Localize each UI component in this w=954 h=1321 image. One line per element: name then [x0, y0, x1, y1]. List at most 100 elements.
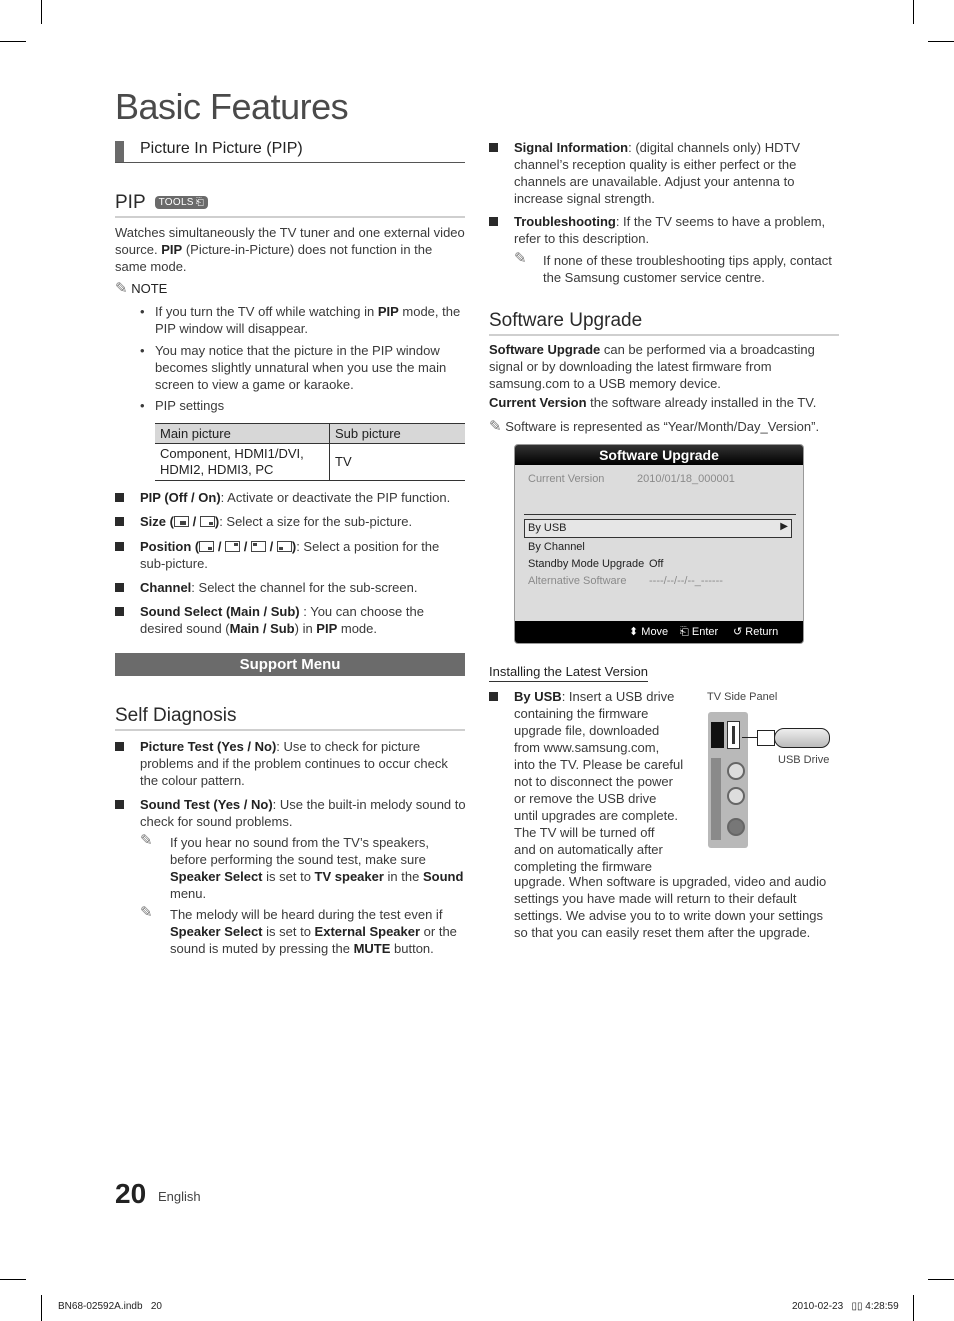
tools-badge: TOOLS ⎗ — [154, 196, 209, 209]
text: If you hear no sound from the TV’s speak… — [170, 835, 429, 867]
usb-drive-plug — [757, 730, 775, 746]
crop-mark — [0, 41, 26, 42]
item-troubleshooting: Troubleshooting: If the TV seems to have… — [489, 213, 829, 247]
pip-heading: PIP TOOLS ⎗ — [115, 192, 465, 218]
video-jack-icon — [727, 762, 745, 780]
text: : Select the channel for the sub-screen. — [191, 580, 418, 595]
text: The melody will be heard during the test… — [170, 907, 443, 922]
osd-menu-item-by-channel[interactable]: By Channel — [528, 541, 585, 553]
position-top-right-icon — [225, 541, 241, 552]
crop-mark — [0, 1279, 26, 1280]
file-info: BN68-02592A.indb 20 — [58, 1301, 162, 1312]
crop-mark — [41, 1295, 42, 1321]
bullet-square-icon — [115, 542, 124, 551]
bullet-square-icon — [115, 583, 124, 592]
bold-text: Sound Select (Main / Sub) — [140, 604, 300, 619]
by-usb-text-line: and on automatically after — [514, 842, 663, 857]
note-item: • If you turn the TV off while watching … — [140, 303, 467, 337]
bold-text: TV speaker — [314, 869, 384, 884]
audio-r-jack-icon — [727, 818, 745, 836]
bold-text: Speaker Select — [170, 924, 263, 939]
osd-menu-item-alternative-software: Alternative Software — [528, 575, 627, 587]
bold-text: PIP (Off / On) — [140, 490, 221, 505]
note-item: • You may notice that the picture in the… — [140, 342, 467, 393]
hint-label: Enter — [691, 626, 719, 638]
text: If none of these troubleshooting tips ap… — [543, 253, 832, 285]
bold-text: PIP — [161, 242, 183, 257]
section-header-bar — [115, 141, 124, 162]
text: ) in — [294, 621, 317, 636]
crop-mark — [41, 0, 42, 24]
tools-icon: ⎗ — [195, 197, 205, 208]
tv-side-panel-diagram — [708, 712, 748, 848]
osd-title: Software Upgrade — [515, 445, 803, 465]
page-title: Basic Features — [115, 86, 349, 127]
table-header: Sub picture — [329, 423, 465, 444]
text: button. — [390, 941, 434, 956]
bullet-square-icon — [115, 517, 124, 526]
note-pencil-icon: ✎ — [140, 832, 153, 849]
return-icon: ↺ — [733, 626, 743, 638]
usb-port-label-block — [711, 722, 724, 748]
troubleshoot-note: ✎ If none of these troubleshooting tips … — [514, 250, 844, 286]
by-usb-text-line: not to disconnect the power — [514, 774, 673, 789]
software-upgrade-osd: Software Upgrade Current Version 2010/01… — [514, 444, 804, 644]
table-header-row: Main picture Sub picture — [155, 423, 465, 444]
option-sound-select: Sound Select (Main / Sub) : You can choo… — [115, 603, 467, 637]
note-pencil-icon: ✎ — [514, 250, 527, 267]
diag-note: ✎ The melody will be heard during the te… — [140, 904, 467, 957]
bold-text: Sound — [422, 869, 464, 884]
by-usb-continued: upgrade. When software is upgraded, vide… — [514, 874, 827, 940]
by-usb-text-line: : Insert a USB drive — [561, 689, 675, 704]
crop-mark — [928, 1279, 954, 1280]
by-usb-text-line: upgrade file, downloaded — [514, 723, 660, 738]
osd-standby-upgrade-value: Off — [649, 558, 664, 570]
bold-text: PIP — [316, 621, 338, 636]
text: You may notice that the picture in the P… — [155, 343, 447, 392]
current-version-desc: Current Version the software already ins… — [489, 394, 834, 411]
position-bottom-left-icon — [276, 541, 292, 552]
bold-text: Speaker Select — [170, 869, 263, 884]
version-format-note: ✎ Software is represented as “Year/Month… — [489, 418, 839, 435]
diag-item-sound-test: Sound Test (Yes / No): Use the built-in … — [115, 796, 467, 830]
osd-divider — [524, 514, 796, 515]
crop-mark — [913, 0, 914, 24]
osd-current-version-label: Current Version — [528, 473, 605, 485]
size-small-icon — [199, 516, 215, 527]
crop-mark — [928, 41, 954, 42]
bold-text: Picture Test (Yes / No) — [140, 739, 277, 754]
print-timestamp: 2010-02-23 ▯▯ 4:28:59 — [792, 1301, 899, 1312]
note-item: • PIP settings — [140, 397, 467, 414]
by-usb-text-line: completing the firmware — [514, 859, 652, 874]
osd-move-hint: ⬍ Move — [629, 621, 668, 643]
tv-side-panel-label: TV Side Panel — [707, 691, 778, 703]
enter-icon: ⎗ — [680, 626, 689, 638]
pip-settings-table: Main picture Sub picture Component, HDMI… — [155, 423, 465, 481]
osd-alternative-software-value: ----/--/--/--_------ — [649, 575, 723, 587]
bold-text: Signal Information — [514, 140, 629, 155]
osd-return-hint: ↺ Return — [733, 621, 778, 643]
self-diagnosis-heading: Self Diagnosis — [115, 705, 465, 731]
text: is set to — [262, 869, 315, 884]
bold-text: Sound Test (Yes / No) — [140, 797, 273, 812]
support-menu-bar: Support Menu — [115, 653, 465, 676]
bullet-dot: • — [140, 398, 145, 413]
bullet-dot: • — [140, 304, 145, 319]
hint-label: Return — [745, 626, 779, 638]
usb-port-icon — [727, 721, 740, 749]
text: : Activate or deactivate the PIP functio… — [220, 490, 451, 505]
tools-badge-label: TOOLS — [158, 197, 194, 208]
bold-text: By USB — [514, 689, 562, 704]
arrow-right-icon: ▶ — [780, 521, 788, 532]
osd-menu-item-by-usb[interactable]: By USB ▶ — [524, 519, 792, 538]
diag-note: ✎ If you hear no sound from the TV’s spe… — [140, 832, 467, 902]
option-pip-onoff: PIP (Off / On): Activate or deactivate t… — [115, 489, 467, 506]
software-upgrade-intro: Software Upgrade can be performed via a … — [489, 341, 834, 392]
text: Software is represented as “Year/Month/D… — [505, 419, 820, 434]
by-usb-text-line: The TV will be turned off — [514, 825, 655, 840]
osd-enter-hint: ⎗ Enter — [680, 621, 718, 643]
usb-drive-icon — [757, 728, 831, 748]
osd-menu-item-standby-upgrade[interactable]: Standby Mode Upgrade — [528, 558, 644, 570]
table-row: Component, HDMI1/DVI, HDMI2, HDMI3, PC T… — [155, 443, 465, 481]
bullet-square-icon — [115, 493, 124, 502]
